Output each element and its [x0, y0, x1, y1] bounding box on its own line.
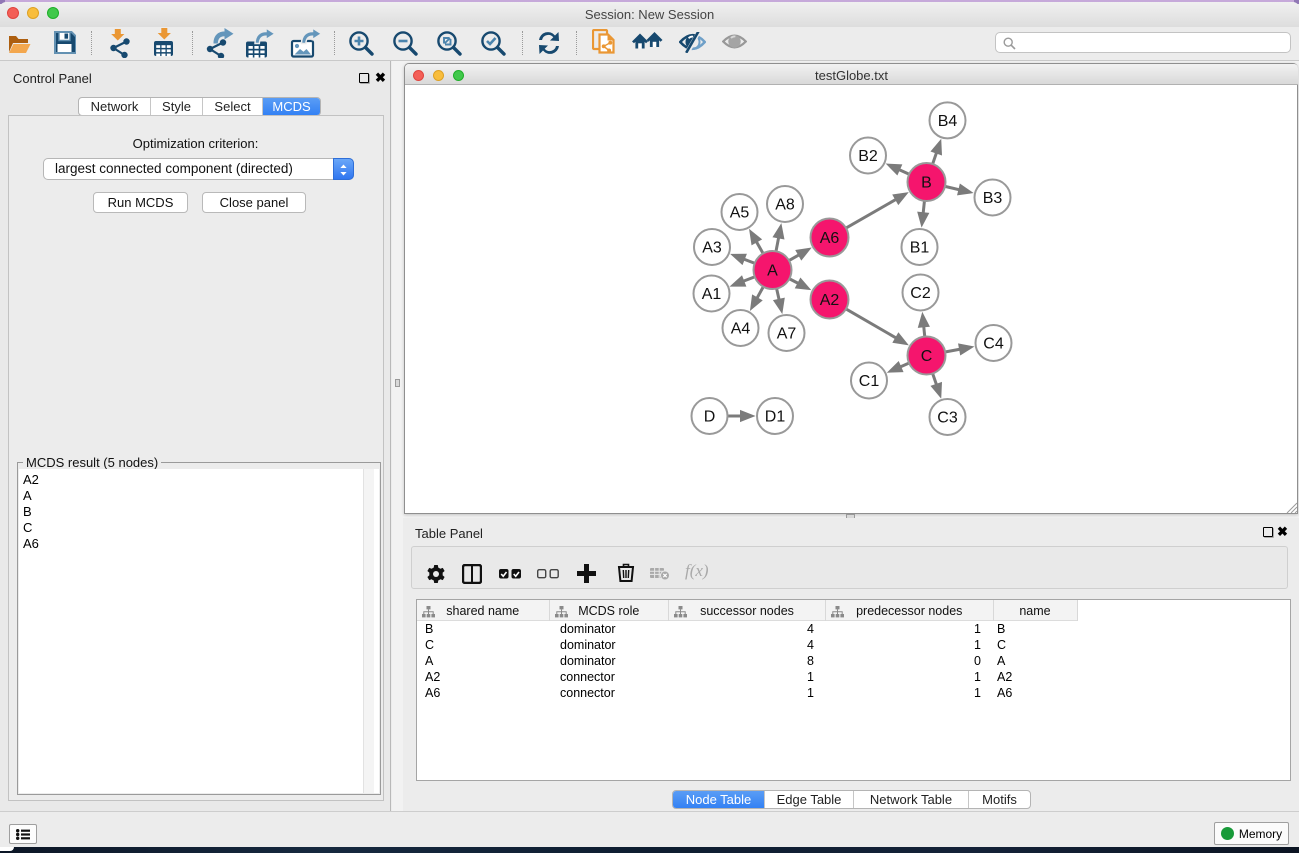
- svg-text:A4: A4: [731, 321, 751, 338]
- svg-text:B4: B4: [938, 113, 958, 130]
- svg-text:A2: A2: [820, 292, 840, 309]
- svg-text:A6: A6: [820, 230, 840, 247]
- svg-text:A7: A7: [777, 326, 797, 343]
- svg-text:B: B: [921, 175, 932, 192]
- svg-text:A8: A8: [775, 197, 795, 214]
- svg-text:A5: A5: [730, 205, 750, 222]
- svg-text:C2: C2: [910, 285, 931, 302]
- svg-text:A: A: [767, 263, 778, 280]
- svg-text:C: C: [921, 348, 933, 365]
- svg-text:A1: A1: [702, 286, 722, 303]
- svg-text:C4: C4: [983, 336, 1004, 353]
- svg-text:D: D: [704, 409, 716, 426]
- svg-text:B3: B3: [983, 190, 1003, 207]
- svg-text:B1: B1: [910, 240, 930, 257]
- svg-text:B2: B2: [858, 148, 878, 165]
- svg-text:D1: D1: [765, 409, 786, 426]
- svg-text:C1: C1: [859, 373, 880, 390]
- svg-text:C3: C3: [937, 410, 958, 427]
- svg-text:A3: A3: [702, 240, 722, 257]
